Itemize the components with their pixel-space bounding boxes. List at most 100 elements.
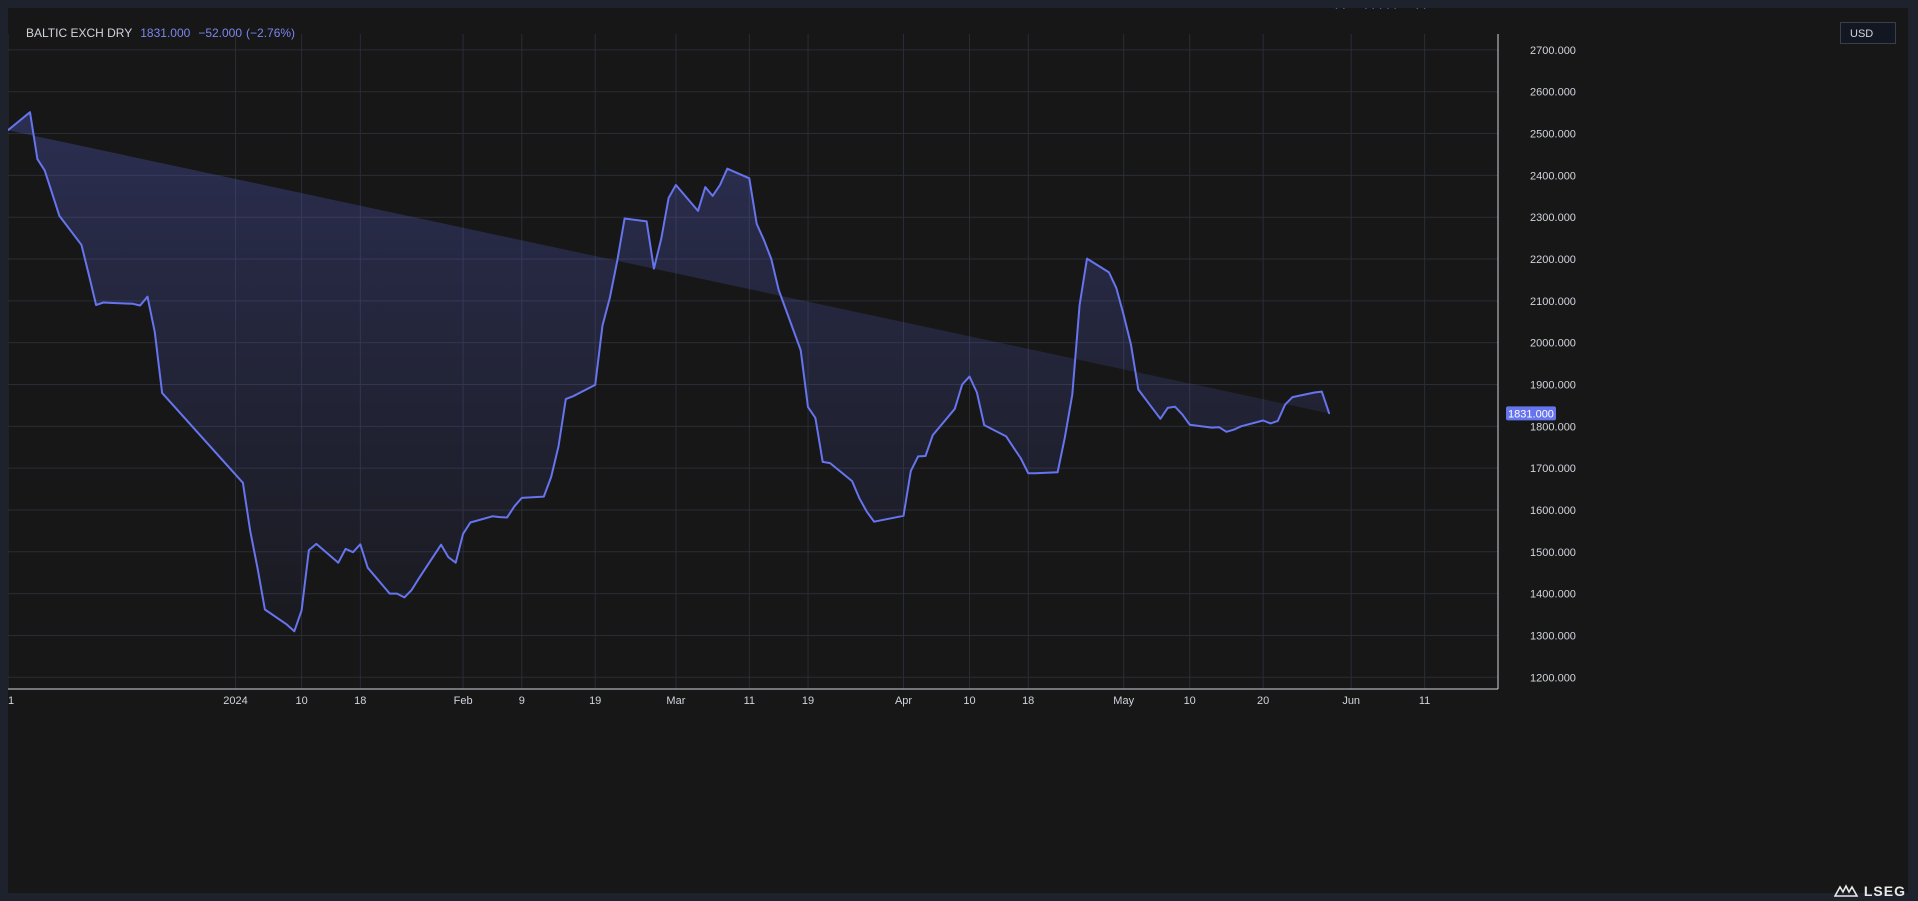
data-point xyxy=(902,515,905,517)
data-point xyxy=(1071,393,1074,396)
change-value: −52.000 xyxy=(198,26,243,40)
data-point xyxy=(1005,435,1007,438)
data-point xyxy=(623,217,626,220)
data-point xyxy=(469,521,472,524)
data-point xyxy=(968,375,971,378)
data-point xyxy=(1108,271,1110,274)
data-point xyxy=(139,304,141,307)
data-point xyxy=(1328,412,1330,415)
last-value: 1831.000 xyxy=(140,26,191,40)
data-point xyxy=(1086,257,1088,260)
data-point xyxy=(924,455,927,457)
data-point xyxy=(1335,8,1338,9)
data-point xyxy=(1122,314,1125,316)
price-axis[interactable]: 1200.000 1300.000 1400.000 1500.000 1600.000… xyxy=(1530,45,1576,684)
data-point xyxy=(1269,422,1272,425)
data-point xyxy=(1394,8,1396,9)
price-tick-label: 2000.000 xyxy=(1530,338,1576,350)
data-point xyxy=(1115,287,1118,289)
data-point xyxy=(36,158,39,160)
price-tick-label: 1500.000 xyxy=(1530,547,1576,559)
time-tick-label: 18 xyxy=(354,695,366,707)
data-point xyxy=(594,384,596,386)
data-point xyxy=(499,516,501,518)
data-point xyxy=(851,480,853,482)
data-point xyxy=(858,497,861,500)
data-point xyxy=(256,567,259,570)
data-point xyxy=(418,577,420,579)
data-point xyxy=(719,184,721,186)
last-price-tag: 1831.000 xyxy=(1506,406,1556,421)
data-point xyxy=(513,505,516,508)
data-point xyxy=(410,589,413,591)
data-point xyxy=(154,331,156,334)
lseg-logo-icon xyxy=(1833,884,1859,897)
data-point xyxy=(616,260,618,262)
time-tick-label: 19 xyxy=(802,695,814,707)
data-point xyxy=(711,195,714,197)
data-point xyxy=(932,434,934,436)
time-tick-label: 11 xyxy=(1419,695,1430,707)
data-point xyxy=(1343,8,1345,9)
time-tick-label: 20 xyxy=(1257,695,1269,707)
data-point xyxy=(1181,413,1184,416)
data-point xyxy=(87,273,90,275)
data-point xyxy=(1020,457,1022,460)
data-point xyxy=(770,258,773,260)
data-point xyxy=(550,476,552,478)
data-point xyxy=(873,520,875,523)
price-tick-label: 1600.000 xyxy=(1530,505,1576,517)
area-fill xyxy=(8,112,1330,632)
data-point xyxy=(777,289,780,291)
time-tick-label: 19 xyxy=(589,695,601,707)
data-point xyxy=(51,192,53,194)
data-point xyxy=(983,424,985,426)
data-point xyxy=(337,561,340,564)
last-price-label: 1831.000 xyxy=(1508,408,1554,420)
data-point xyxy=(359,543,362,546)
data-point xyxy=(1313,391,1316,394)
data-point xyxy=(95,304,97,306)
time-axis[interactable]: 1 2024 10 18 Feb 9 19 Mar 11 19 Apr 10 18 May 10 20 Jun 1… xyxy=(8,695,1430,707)
data-point xyxy=(58,215,61,217)
time-tick-label: 2024 xyxy=(223,695,247,707)
data-point xyxy=(308,549,310,551)
data-point xyxy=(1159,418,1162,420)
currency-button[interactable]: USD xyxy=(1840,22,1896,44)
data-point xyxy=(29,111,31,113)
data-point xyxy=(315,543,318,545)
data-point xyxy=(1166,407,1169,409)
data-point xyxy=(1387,8,1389,9)
data-point xyxy=(1277,420,1279,422)
brand-watermark: LSEG xyxy=(1833,883,1906,899)
data-point xyxy=(1027,472,1029,475)
data-point xyxy=(807,406,809,408)
price-tick-label: 2500.000 xyxy=(1530,129,1576,141)
time-tick-label: 18 xyxy=(1022,695,1034,707)
data-point xyxy=(1064,436,1066,439)
symbol-name: BALTIC EXCH DRY xyxy=(26,26,133,40)
price-chart[interactable]: 1200.000 1300.000 1400.000 1500.000 1600.000… xyxy=(8,8,1908,893)
legend: BALTIC EXCH DRY 1831.000 −52.000 (−2.76%… xyxy=(26,26,295,40)
data-point xyxy=(43,169,46,172)
time-tick-label: 9 xyxy=(519,695,525,707)
time-tick-label: 11 xyxy=(744,695,755,707)
data-point xyxy=(954,408,956,410)
data-point xyxy=(829,462,831,464)
data-point xyxy=(543,495,545,498)
data-point xyxy=(1321,390,1323,393)
price-tick-label: 2200.000 xyxy=(1530,254,1576,266)
data-point xyxy=(1416,8,1419,9)
data-point xyxy=(645,220,648,223)
data-point xyxy=(726,167,729,170)
price-tick-label: 1400.000 xyxy=(1530,589,1576,601)
data-point xyxy=(1262,419,1264,422)
data-point xyxy=(242,482,244,484)
data-point xyxy=(917,455,919,458)
time-tick-label: May xyxy=(1113,695,1134,707)
data-point xyxy=(1225,431,1228,433)
data-point xyxy=(344,548,347,550)
data-point xyxy=(1056,471,1059,474)
data-point xyxy=(1284,403,1286,406)
data-point xyxy=(601,324,604,327)
